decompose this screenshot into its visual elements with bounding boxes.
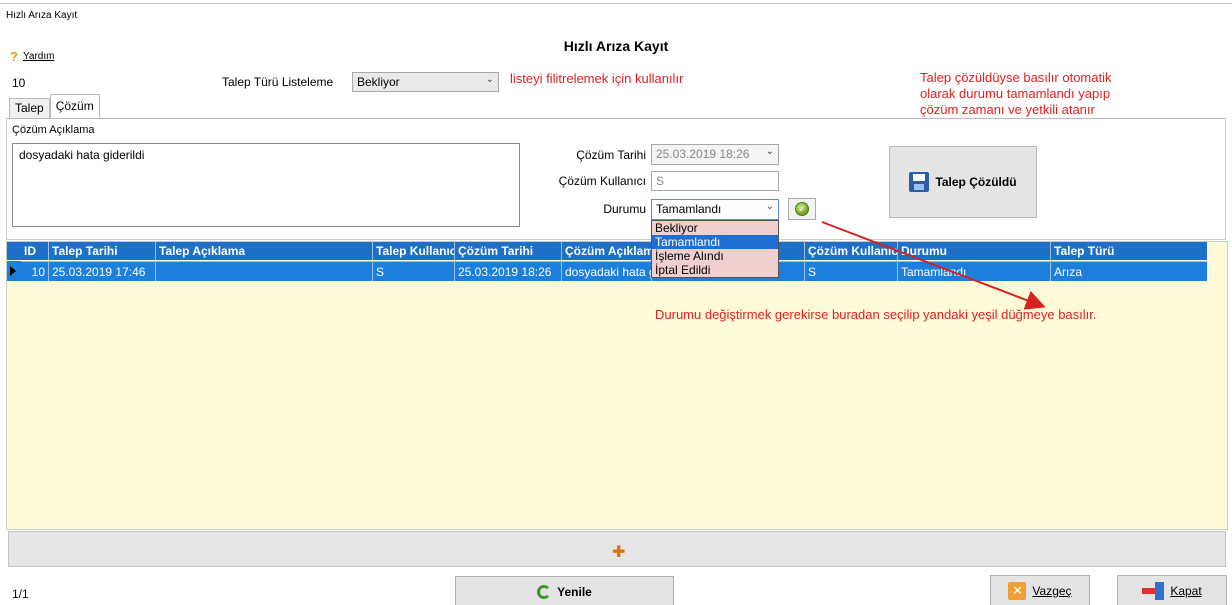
table-cell: 25.03.2019 17:46 xyxy=(49,261,156,281)
refresh-icon xyxy=(537,585,552,599)
filter-select[interactable]: Bekliyor ⌄ xyxy=(352,72,499,92)
solution-date-field[interactable]: 25.03.2019 18:26 ⌄ xyxy=(651,144,779,165)
column-header[interactable]: Talep Tarihi xyxy=(49,242,156,260)
requests-grid: ID Talep Tarihi Talep Açıklama Talep Kul… xyxy=(6,241,1228,530)
refresh-button-label: Yenile xyxy=(557,585,592,599)
column-header[interactable]: Talep Kullanıcı xyxy=(373,242,455,260)
filter-label: Talep Türü Listeleme xyxy=(222,75,334,89)
exit-icon xyxy=(1142,582,1165,600)
chevron-down-icon: ⌄ xyxy=(485,74,494,85)
solution-desc-field[interactable]: dosyadaki hata giderildi xyxy=(12,143,520,227)
solution-date-value: 25.03.2019 18:26 xyxy=(656,147,750,161)
column-header[interactable]: Talep Türü xyxy=(1051,242,1207,260)
plus-icon: ✚ xyxy=(612,544,626,561)
table-cell xyxy=(156,261,373,281)
status-option-selected[interactable]: Tamamlandı xyxy=(652,235,778,249)
resolve-button-label: Talep Çözüldü xyxy=(935,175,1017,189)
column-header[interactable]: Durumu xyxy=(898,242,1051,260)
column-header[interactable]: Çözüm Kullanıcı xyxy=(805,242,898,260)
tab-talep[interactable]: Talep xyxy=(9,98,50,118)
solution-user-label: Çözüm Kullanıcı xyxy=(558,174,646,188)
grid-header: ID Talep Tarihi Talep Açıklama Talep Kul… xyxy=(7,242,1207,260)
page-title: Hızlı Arıza Kayıt xyxy=(563,38,669,54)
apply-status-button[interactable]: ✓ xyxy=(788,198,816,220)
filter-select-value: Bekliyor xyxy=(357,75,400,89)
table-row[interactable]: 10 25.03.2019 17:46 S 25.03.2019 18:26 d… xyxy=(7,261,1207,281)
page-indicator: 1/1 xyxy=(12,587,29,601)
table-cell: 25.03.2019 18:26 xyxy=(455,261,562,281)
close-button[interactable]: Kapat xyxy=(1117,575,1227,605)
row-indicator-icon xyxy=(7,261,20,281)
table-cell: S xyxy=(805,261,898,281)
column-header[interactable]: Talep Açıklama xyxy=(156,242,373,260)
column-header[interactable]: ID xyxy=(21,242,49,260)
status-select[interactable]: Tamamlandı ⌄ xyxy=(651,199,779,220)
solution-date-label: Çözüm Tarihi xyxy=(576,148,646,162)
status-label: Durumu xyxy=(603,202,646,216)
window-title: Hızlı Arıza Kayıt xyxy=(6,10,78,21)
column-header[interactable]: Çözüm Tarihi xyxy=(455,242,562,260)
table-cell: Arıza xyxy=(1051,261,1207,281)
cancel-button[interactable]: ✕ Vazgeç xyxy=(990,575,1090,605)
chevron-down-icon: ⌄ xyxy=(765,146,774,157)
save-icon xyxy=(909,172,930,192)
status-annotation: Durumu değiştirmek gerekirse buradan seç… xyxy=(655,307,1097,322)
record-id: 10 xyxy=(12,76,26,90)
status-option[interactable]: İşleme Alındı xyxy=(652,249,778,263)
table-cell: dosyadaki hata giderildi xyxy=(562,261,652,281)
status-option[interactable]: Bekliyor xyxy=(652,221,778,235)
solution-desc-label: Çözüm Açıklama xyxy=(12,124,95,136)
solution-user-field[interactable]: S xyxy=(651,171,779,191)
close-button-label: Kapat xyxy=(1170,584,1202,598)
resolve-button[interactable]: Talep Çözüldü xyxy=(889,146,1037,218)
cancel-button-label: Vazgeç xyxy=(1032,584,1072,598)
check-icon: ✓ xyxy=(795,202,809,216)
chevron-down-icon: ⌄ xyxy=(765,201,774,212)
status-dropdown-list: Bekliyor Tamamlandı İşleme Alındı İptal … xyxy=(651,220,779,278)
add-row-bar[interactable]: ✚ xyxy=(8,531,1226,567)
cancel-icon: ✕ xyxy=(1008,582,1027,600)
resolve-annotation: Talep çözüldüyse basılır otomatik olarak… xyxy=(920,70,1112,117)
filter-annotation: listeyi filitrelemek için kullanılır xyxy=(510,71,684,86)
refresh-button[interactable]: Yenile xyxy=(455,576,674,605)
table-cell: Tamamlandı xyxy=(898,261,1051,281)
window-top-border xyxy=(0,3,1232,4)
table-cell: S xyxy=(373,261,455,281)
status-option[interactable]: İptal Edildi xyxy=(652,263,778,277)
status-select-value: Tamamlandı xyxy=(656,202,722,216)
tab-cozum[interactable]: Çözüm xyxy=(49,94,100,118)
column-header[interactable]: Çözüm Açıklama xyxy=(562,242,652,260)
tab-strip: Talep Çözüm xyxy=(9,94,100,118)
table-cell: 10 xyxy=(21,261,49,281)
